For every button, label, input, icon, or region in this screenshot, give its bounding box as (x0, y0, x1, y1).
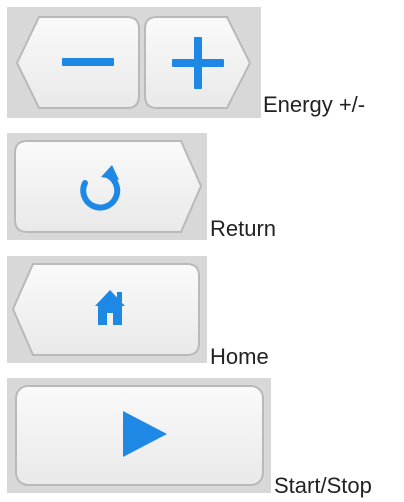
start-stop-button-tile (7, 378, 271, 493)
home-button-tile (7, 256, 207, 363)
return-caption: Return (210, 216, 277, 241)
energy-decrease-button[interactable] (15, 16, 140, 109)
home-caption: Home (210, 344, 269, 369)
energy-buttons-tile (7, 7, 261, 118)
minus-icon (62, 58, 114, 66)
return-button[interactable] (14, 140, 203, 233)
home-button[interactable] (11, 263, 200, 356)
start-stop-caption: Start/Stop (274, 473, 372, 498)
return-button-tile (7, 133, 207, 240)
start-stop-button[interactable] (15, 385, 264, 486)
energy-caption: Energy +/- (263, 92, 366, 117)
energy-increase-button[interactable] (144, 16, 252, 109)
